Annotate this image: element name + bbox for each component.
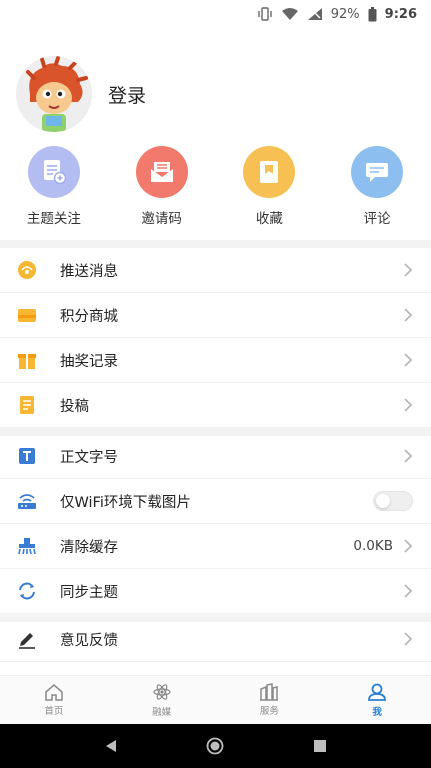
chevron-right-icon xyxy=(404,398,413,412)
favorite-button[interactable]: 收藏 xyxy=(216,146,324,227)
home-icon xyxy=(45,684,63,701)
wifi-icon xyxy=(281,7,299,21)
comment-icon xyxy=(351,146,404,198)
topic-follow-button[interactable]: 主题关注 xyxy=(0,146,108,227)
invite-code-label: 邀请码 xyxy=(141,211,182,227)
chevron-right-icon xyxy=(404,308,413,322)
login-link[interactable]: 登录 xyxy=(108,81,146,108)
menu-label: 抽奖记录 xyxy=(60,353,118,370)
menu-item-lottery[interactable]: 抽奖记录 xyxy=(0,338,431,383)
chevron-right-icon xyxy=(404,539,413,553)
favorite-icon xyxy=(243,146,296,198)
sync-icon xyxy=(16,580,38,602)
tab-label: 首页 xyxy=(44,706,64,717)
chevron-right-icon xyxy=(404,632,413,646)
clear-cache-icon xyxy=(16,535,38,557)
menu-label: 同步主题 xyxy=(60,584,118,601)
comment-label: 评论 xyxy=(363,211,391,227)
chevron-right-icon xyxy=(404,449,413,463)
battery-percent: 92% xyxy=(330,6,360,22)
tab-me[interactable]: 我 xyxy=(323,676,431,724)
tab-label: 我 xyxy=(372,707,382,718)
font-size-icon xyxy=(16,445,38,467)
menu-item-push-message[interactable]: 推送消息 xyxy=(0,248,431,293)
cache-size: 0.0KB xyxy=(353,538,393,554)
lottery-icon xyxy=(16,349,38,371)
quick-actions: 主题关注 邀请码 收藏 评论 xyxy=(0,146,431,227)
recents-icon[interactable] xyxy=(313,739,327,753)
tab-label: 服务 xyxy=(259,706,279,717)
vibrate-icon xyxy=(257,7,273,21)
menu-item-font-size[interactable]: 正文字号 xyxy=(0,434,431,479)
system-nav-bar xyxy=(0,724,431,768)
favorite-label: 收藏 xyxy=(255,211,283,227)
status-time: 9:26 xyxy=(384,6,417,22)
menu-item-wifi-download[interactable]: 仅WiFi环境下载图片 xyxy=(0,479,431,524)
chevron-right-icon xyxy=(404,263,413,277)
menu-label: 推送消息 xyxy=(60,263,118,280)
home-button-icon[interactable] xyxy=(206,737,224,755)
tab-home[interactable]: 首页 xyxy=(0,676,108,724)
comment-button[interactable]: 评论 xyxy=(323,146,431,227)
atom-icon xyxy=(153,684,171,700)
building-icon xyxy=(260,683,279,701)
menu-label: 清除缓存 xyxy=(60,539,118,556)
menu-item-points-mall[interactable]: 积分商城 xyxy=(0,293,431,338)
menu-label: 意见反馈 xyxy=(60,632,118,649)
avatar[interactable] xyxy=(16,56,92,132)
menu-item-submission[interactable]: 投稿 xyxy=(0,383,431,428)
invite-code-icon xyxy=(135,146,188,198)
menu-label: 积分商城 xyxy=(60,308,118,325)
submission-icon xyxy=(16,394,38,416)
chevron-right-icon xyxy=(404,353,413,367)
feedback-icon xyxy=(16,628,38,650)
status-bar: 92% 9:26 xyxy=(0,0,431,28)
push-message-icon xyxy=(16,259,38,281)
menu-label: 仅WiFi环境下载图片 xyxy=(60,494,191,511)
tab-media[interactable]: 融媒 xyxy=(108,676,216,724)
battery-icon xyxy=(368,6,377,22)
wifi-download-icon xyxy=(16,490,38,512)
bottom-tab-bar: 首页 融媒 服务 我 xyxy=(0,675,431,724)
topic-follow-icon xyxy=(27,146,80,198)
topic-follow-label: 主题关注 xyxy=(26,211,81,227)
user-icon xyxy=(368,683,387,701)
tab-label: 融媒 xyxy=(152,707,172,718)
menu-item-clear-cache[interactable]: 清除缓存 0.0KB xyxy=(0,524,431,569)
invite-code-button[interactable]: 邀请码 xyxy=(108,146,216,227)
wifi-only-toggle[interactable] xyxy=(373,491,413,511)
section-divider xyxy=(0,240,431,248)
menu-label: 投稿 xyxy=(60,398,89,415)
menu-item-sync-theme[interactable]: 同步主题 xyxy=(0,569,431,614)
points-mall-icon xyxy=(16,304,38,326)
signal-icon xyxy=(307,7,323,21)
profile-header[interactable]: 登录 xyxy=(16,56,146,132)
tab-service[interactable]: 服务 xyxy=(216,676,324,724)
menu-item-feedback[interactable]: 意见反馈 xyxy=(0,617,431,662)
back-icon[interactable] xyxy=(104,739,118,753)
chevron-right-icon xyxy=(404,584,413,598)
menu-label: 正文字号 xyxy=(60,449,118,466)
